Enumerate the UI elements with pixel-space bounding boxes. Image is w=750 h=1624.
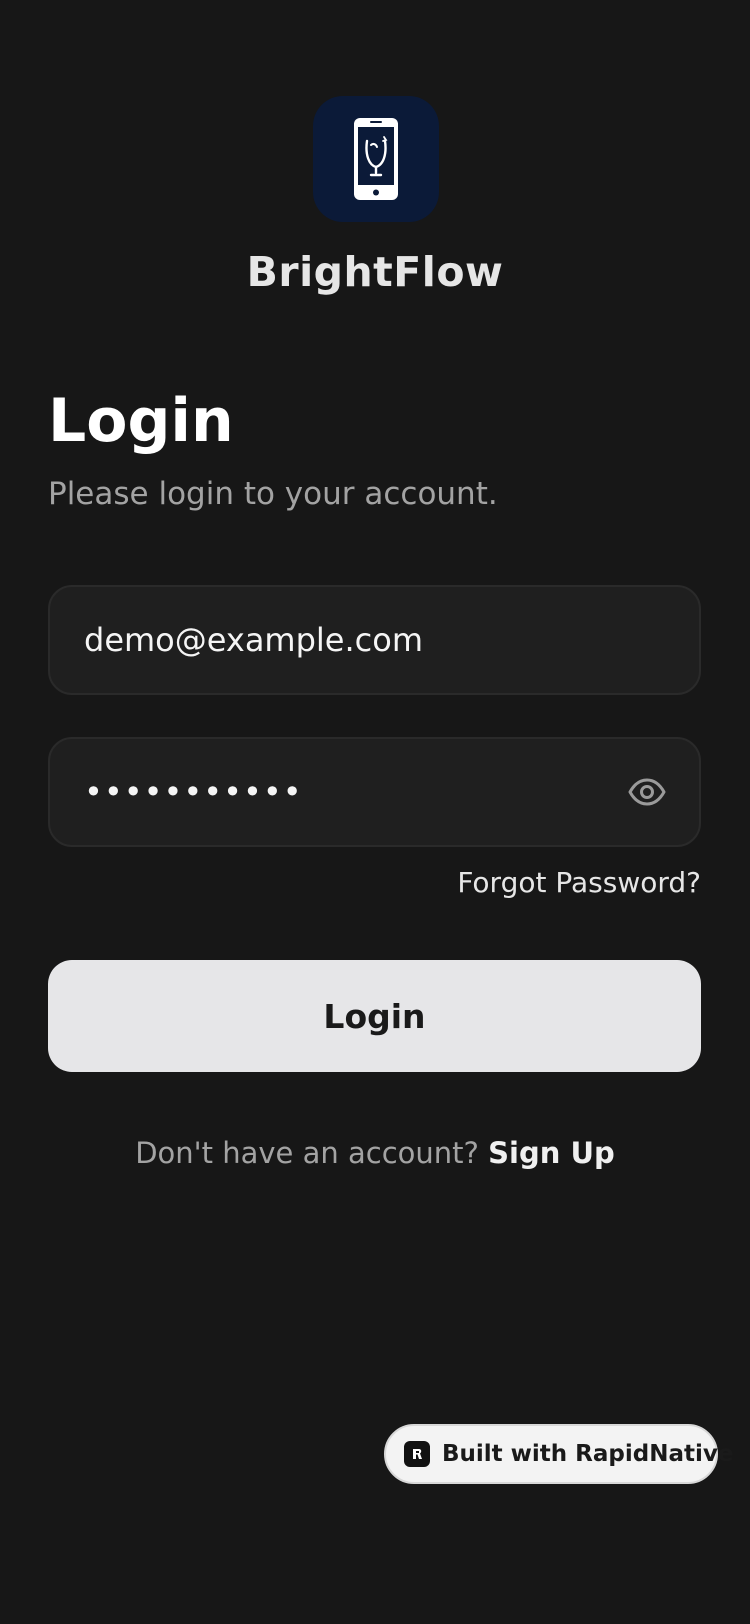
page-subtitle: Please login to your account. — [48, 476, 498, 512]
eye-icon[interactable] — [627, 772, 667, 812]
login-screen: BrightFlow Login Please login to your ac… — [0, 0, 750, 1624]
password-field-container — [48, 737, 701, 847]
page-title: Login — [48, 386, 234, 456]
app-logo — [313, 96, 439, 222]
rapidnative-logo-icon — [404, 1441, 430, 1467]
built-with-badge[interactable]: Built with RapidNative — [384, 1424, 733, 1484]
signup-row: Don't have an account? Sign Up — [0, 1136, 750, 1170]
password-input[interactable] — [50, 739, 699, 845]
app-name: BrightFlow — [246, 248, 504, 296]
signup-link[interactable]: Sign Up — [488, 1136, 615, 1170]
login-button[interactable]: Login — [48, 960, 701, 1072]
email-input[interactable] — [50, 587, 699, 693]
phone-icon — [354, 118, 398, 200]
forgot-password-link[interactable]: Forgot Password? — [457, 866, 701, 899]
signup-prompt: Don't have an account? — [135, 1136, 479, 1170]
email-field-container — [48, 585, 701, 695]
badge-label: Built with RapidNative — [442, 1441, 734, 1467]
